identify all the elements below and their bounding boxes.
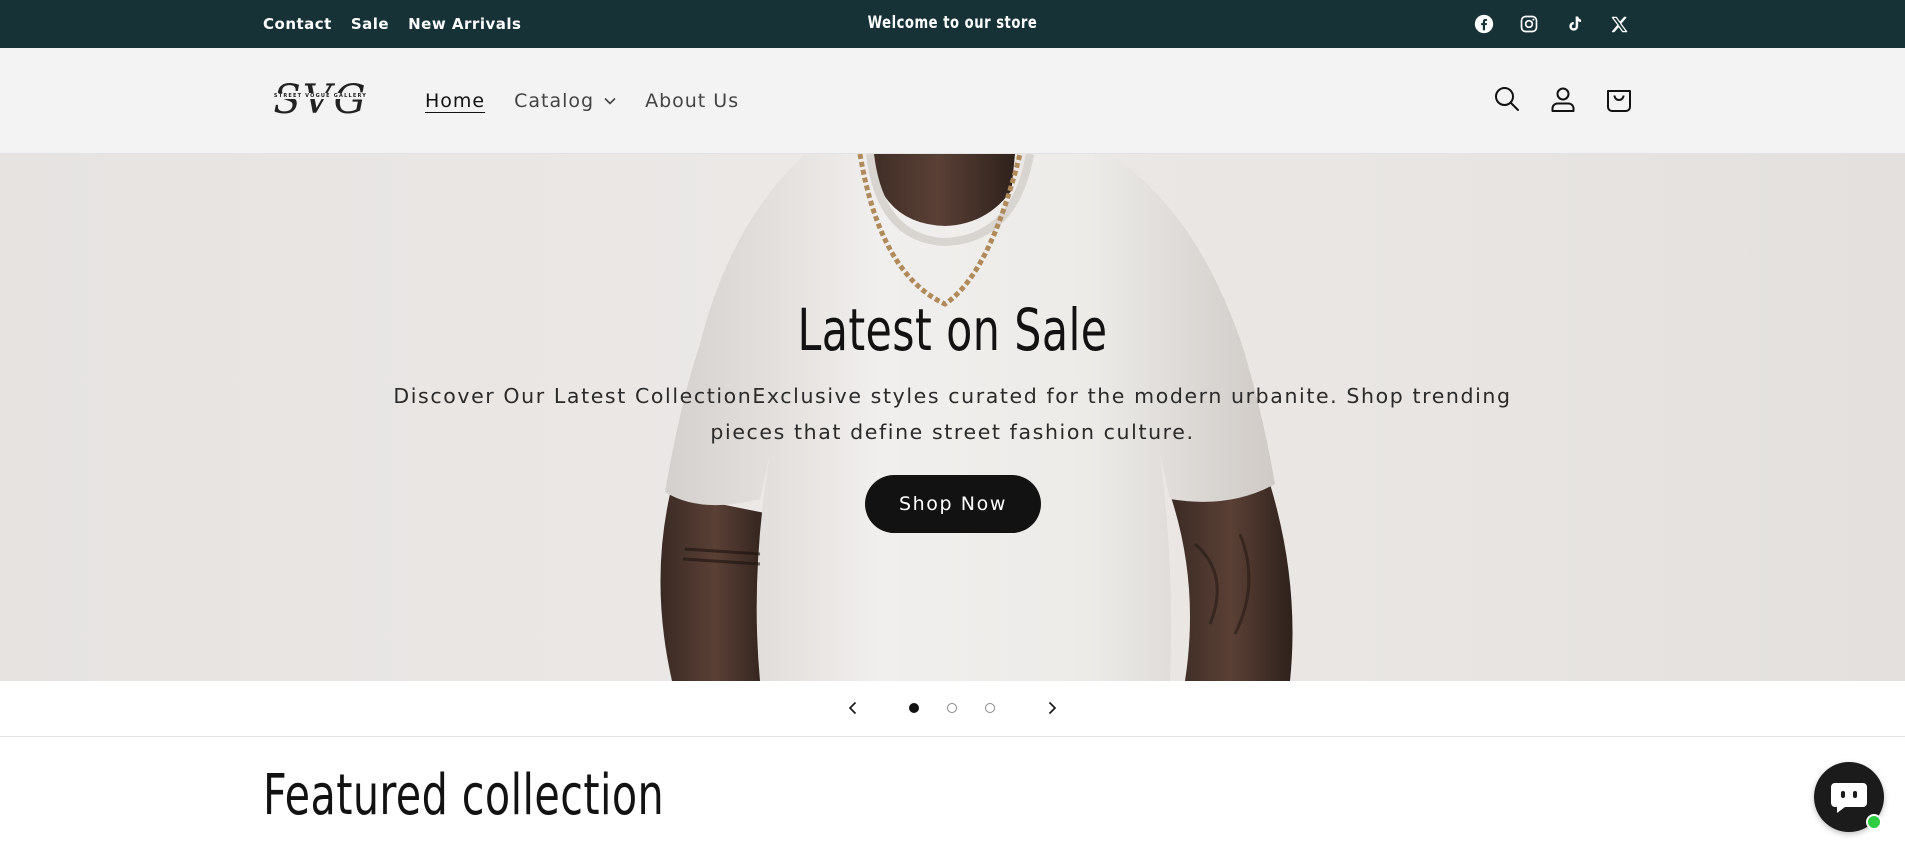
nav-about-us[interactable]: About Us xyxy=(645,90,739,112)
slide-dot-1[interactable] xyxy=(909,703,919,713)
site-logo[interactable]: SVG STREET VOGUE GALLERY xyxy=(263,78,378,122)
announcement-bar: Contact Sale New Arrivals Welcome to our… xyxy=(0,0,1905,48)
tiktok-icon[interactable] xyxy=(1560,10,1588,38)
header-tools xyxy=(1490,82,1636,116)
logo-tagline: STREET VOGUE GALLERY xyxy=(263,93,378,99)
chevron-down-icon xyxy=(604,97,616,105)
nav-catalog[interactable]: Catalog xyxy=(514,90,616,112)
online-status-indicator xyxy=(1866,814,1882,830)
featured-collection-title: Featured collection xyxy=(263,763,665,828)
hero-title: Latest on Sale xyxy=(797,296,1108,364)
main-nav: Home Catalog About Us xyxy=(425,48,739,153)
site-header: SVG STREET VOGUE GALLERY Home Catalog Ab… xyxy=(0,48,1905,154)
nav-catalog-label: Catalog xyxy=(514,89,595,112)
next-slide-button[interactable] xyxy=(1037,693,1067,723)
chat-launcher-button[interactable] xyxy=(1814,762,1884,832)
chat-icon xyxy=(1831,783,1867,813)
hero-description: Discover Our Latest CollectionExclusive … xyxy=(393,384,1512,444)
search-icon[interactable] xyxy=(1490,82,1524,116)
cart-icon[interactable] xyxy=(1602,82,1636,116)
instagram-icon[interactable] xyxy=(1515,10,1543,38)
logo-monogram: SVG xyxy=(273,77,368,123)
hero-content: Latest on Sale Discover Our Latest Colle… xyxy=(0,154,1905,681)
slide-dot-2[interactable] xyxy=(947,703,957,713)
social-links xyxy=(1470,10,1633,38)
account-icon[interactable] xyxy=(1546,82,1580,116)
previous-slide-button[interactable] xyxy=(838,693,868,723)
nav-home[interactable]: Home xyxy=(425,90,485,112)
x-icon[interactable] xyxy=(1605,10,1633,38)
slide-dot-3[interactable] xyxy=(985,703,995,713)
slideshow-controls xyxy=(0,681,1905,737)
hero-slideshow: Latest on Sale Discover Our Latest Colle… xyxy=(0,154,1905,681)
facebook-icon[interactable] xyxy=(1470,10,1498,38)
chevron-left-icon xyxy=(848,701,857,715)
shop-now-button[interactable]: Shop Now xyxy=(865,475,1041,533)
chevron-right-icon xyxy=(1048,701,1057,715)
